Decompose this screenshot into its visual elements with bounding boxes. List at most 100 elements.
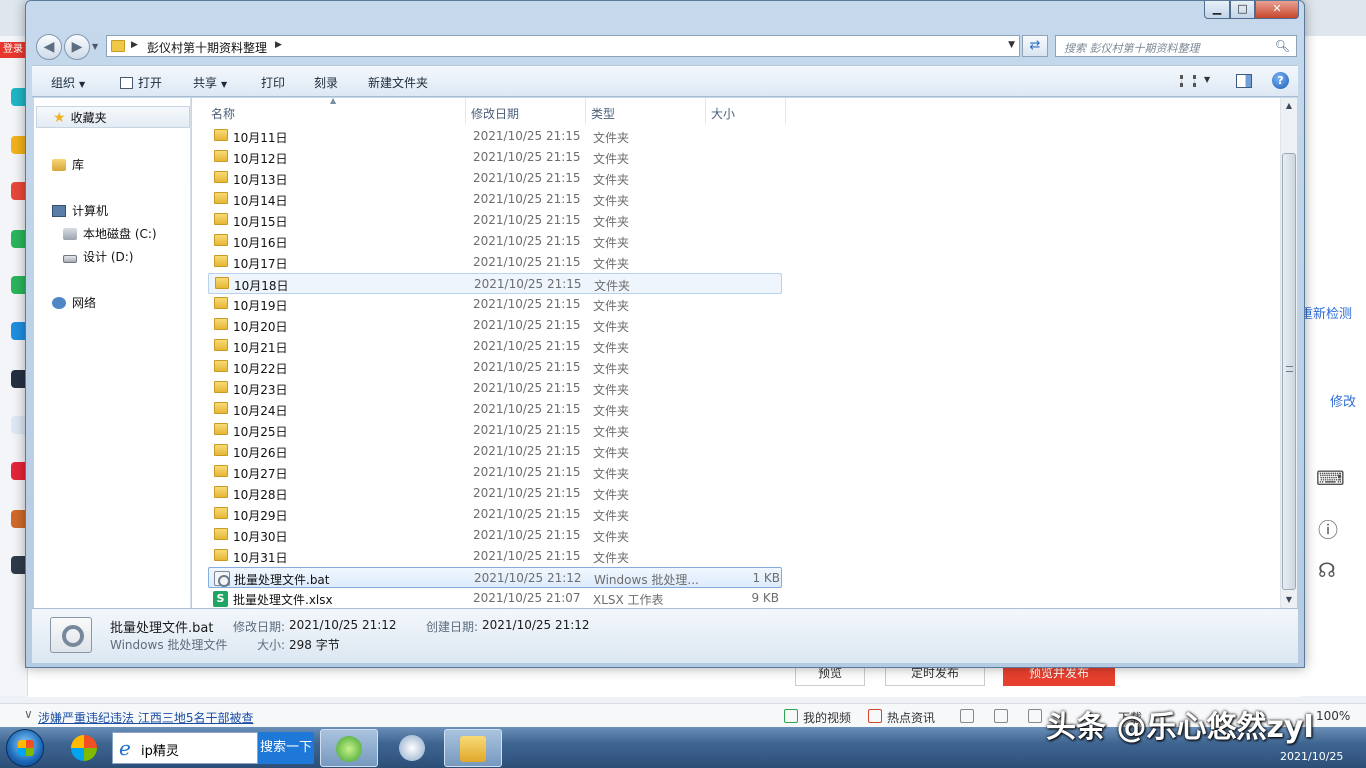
drive-icon <box>63 255 77 263</box>
news-link[interactable]: 涉嫌严重违纪违法 江西三地5名干部被查 <box>38 709 253 726</box>
recheck-link[interactable]: 重新检测 <box>1300 303 1352 322</box>
file-row[interactable]: 10月27日 2021/10/25 21:15 文件夹 <box>208 462 782 483</box>
nav-item-libraries[interactable]: 库 <box>52 156 84 173</box>
search-icon[interactable]: 🔍︎ <box>1275 39 1290 53</box>
browser-icon <box>336 736 362 762</box>
file-modified-date: 2021/10/25 21:15 <box>473 444 581 458</box>
vertical-scrollbar[interactable]: ▲ ▼ <box>1280 98 1297 608</box>
file-row[interactable]: 10月19日 2021/10/25 21:15 文件夹 <box>208 294 782 315</box>
file-row[interactable]: 10月24日 2021/10/25 21:15 文件夹 <box>208 399 782 420</box>
hot-news-link[interactable]: 热点资讯 <box>887 709 935 726</box>
file-row[interactable]: 10月17日 2021/10/25 21:15 文件夹 <box>208 252 782 273</box>
taskbar-search-button[interactable]: 搜索一下 <box>258 732 314 764</box>
file-row[interactable]: 10月26日 2021/10/25 21:15 文件夹 <box>208 441 782 462</box>
close-button[interactable]: ✕ <box>1255 1 1299 19</box>
preview-pane-icon[interactable] <box>1236 74 1252 88</box>
file-row[interactable]: 10月31日 2021/10/25 21:15 文件夹 <box>208 546 782 567</box>
file-name: 10月30日 <box>233 530 288 544</box>
computer-label: 计算机 <box>72 204 109 218</box>
zoom-level[interactable]: 100% <box>1316 709 1350 723</box>
new-folder-button[interactable]: 新建文件夹 <box>368 74 428 91</box>
maximize-button[interactable]: □ <box>1230 1 1255 19</box>
login-badge[interactable]: 登录 <box>0 42 26 58</box>
chevron-down-icon[interactable]: ∨ <box>24 707 33 721</box>
column-header-type[interactable]: 类型 <box>586 98 706 124</box>
file-type: 文件夹 <box>593 215 630 229</box>
image-icon[interactable] <box>994 709 1008 723</box>
star-icon: ★ <box>53 110 66 126</box>
open-button[interactable]: 打开 <box>120 74 162 91</box>
taskbar-app-browser[interactable] <box>320 729 378 767</box>
clock-date[interactable]: 2021/10/25 <box>1280 750 1343 763</box>
window-controls: ▁ □ ✕ <box>1204 1 1299 20</box>
print-button[interactable]: 打印 <box>261 74 285 91</box>
address-dropdown-icon[interactable]: ▼ <box>1008 40 1015 50</box>
file-name: 10月17日 <box>233 257 288 271</box>
column-header-size[interactable]: 大小 <box>706 98 786 124</box>
taskbar-app-explorer[interactable] <box>444 729 502 767</box>
file-row[interactable]: 10月11日 2021/10/25 21:15 文件夹 <box>208 126 782 147</box>
view-dropdown-icon[interactable]: ▼ <box>1204 75 1210 84</box>
taskbar-app-media[interactable] <box>384 729 442 767</box>
ie-address-box[interactable]: e ip精灵 <box>112 732 258 764</box>
command-bar: 组织 ▼ 打开 共享 ▼ 打印 刻录 新建文件夹 ▼ ? <box>32 65 1298 97</box>
file-row[interactable]: 10月13日 2021/10/25 21:15 文件夹 <box>208 168 782 189</box>
scroll-down-arrow-icon[interactable]: ▼ <box>1281 592 1297 608</box>
file-name: 10月20日 <box>233 320 288 334</box>
burn-button[interactable]: 刻录 <box>314 74 338 91</box>
help-circle-icon[interactable]: ⓘ <box>1318 514 1338 543</box>
file-row[interactable]: 10月30日 2021/10/25 21:15 文件夹 <box>208 525 782 546</box>
share-menu[interactable]: 共享 ▼ <box>193 74 227 91</box>
my-video-link[interactable]: 我的视频 <box>803 709 851 726</box>
favorites-row: ★ 收藏夹 <box>53 109 107 126</box>
pinwheel-icon <box>71 735 97 761</box>
back-button[interactable]: ◀ <box>36 34 62 60</box>
view-options-icon[interactable] <box>1180 75 1196 87</box>
file-row[interactable]: 10月16日 2021/10/25 21:15 文件夹 <box>208 231 782 252</box>
organize-menu[interactable]: 组织 ▼ <box>51 74 85 91</box>
refresh-button[interactable]: ⇄ <box>1022 35 1048 57</box>
file-row[interactable]: 10月14日 2021/10/25 21:15 文件夹 <box>208 189 782 210</box>
file-type: 文件夹 <box>593 299 630 313</box>
column-header-name[interactable]: 名称 <box>206 98 466 124</box>
taskbar-app-pinwheel[interactable] <box>62 729 108 767</box>
file-row[interactable]: 10月23日 2021/10/25 21:15 文件夹 <box>208 378 782 399</box>
file-modified-date: 2021/10/25 21:15 <box>473 171 581 185</box>
start-button[interactable] <box>6 729 44 767</box>
forward-button[interactable]: ▶ <box>64 34 90 60</box>
shield-icon[interactable] <box>960 709 974 723</box>
file-row[interactable]: 10月29日 2021/10/25 21:15 文件夹 <box>208 504 782 525</box>
nav-item-drive-d[interactable]: 设计 (D:) <box>63 248 133 265</box>
nav-item-drive-c[interactable]: 本地磁盘 (C:) <box>63 225 157 242</box>
nav-item-network[interactable]: 网络 <box>52 294 96 311</box>
nav-item-computer[interactable]: 计算机 <box>52 202 108 219</box>
file-row[interactable]: 10月20日 2021/10/25 21:15 文件夹 <box>208 315 782 336</box>
file-row[interactable]: 10月12日 2021/10/25 21:15 文件夹 <box>208 147 782 168</box>
folder-icon <box>214 549 228 561</box>
file-name: 10月11日 <box>233 131 288 145</box>
file-row[interactable]: 10月15日 2021/10/25 21:15 文件夹 <box>208 210 782 231</box>
file-row[interactable]: 10月21日 2021/10/25 21:15 文件夹 <box>208 336 782 357</box>
headset-icon[interactable]: ☊ <box>1318 558 1336 582</box>
file-row[interactable]: 10月22日 2021/10/25 21:15 文件夹 <box>208 357 782 378</box>
edit-link[interactable]: 修改 <box>1330 391 1356 410</box>
file-row[interactable]: 10月18日 2021/10/25 21:15 文件夹 <box>208 273 782 294</box>
search-input[interactable]: 搜索 彭仪村第十期资料整理 🔍︎ <box>1055 35 1297 57</box>
file-row[interactable]: 10月28日 2021/10/25 21:15 文件夹 <box>208 483 782 504</box>
breadcrumb-arrow-icon[interactable]: ▶ <box>275 40 282 50</box>
file-row[interactable]: S 批量处理文件.xlsx 2021/10/25 21:07 XLSX 工作表 9 KB <box>208 588 782 609</box>
keyboard-icon[interactable]: ⌨ <box>1316 466 1345 490</box>
scrollbar-thumb[interactable] <box>1282 153 1296 590</box>
history-dropdown-icon[interactable]: ▼ <box>92 42 98 51</box>
file-row[interactable]: 批量处理文件.bat 2021/10/25 21:12 Windows 批处理...… <box>208 567 782 588</box>
column-header-date[interactable]: 修改日期 <box>466 98 586 124</box>
breadcrumb-arrow-icon[interactable]: ▶ <box>131 40 138 50</box>
edit-icon[interactable] <box>1028 709 1042 723</box>
scroll-up-arrow-icon[interactable]: ▲ <box>1281 98 1297 114</box>
address-bar[interactable]: ▶ 彭仪村第十期资料整理 ▶ ▼ <box>106 35 1020 57</box>
minimize-button[interactable]: ▁ <box>1204 1 1230 19</box>
file-row[interactable]: 10月25日 2021/10/25 21:15 文件夹 <box>208 420 782 441</box>
nav-item-favorites[interactable]: ★ 收藏夹 <box>36 106 190 128</box>
help-icon[interactable]: ? <box>1272 72 1289 89</box>
breadcrumb-current[interactable]: 彭仪村第十期资料整理 <box>147 39 267 56</box>
